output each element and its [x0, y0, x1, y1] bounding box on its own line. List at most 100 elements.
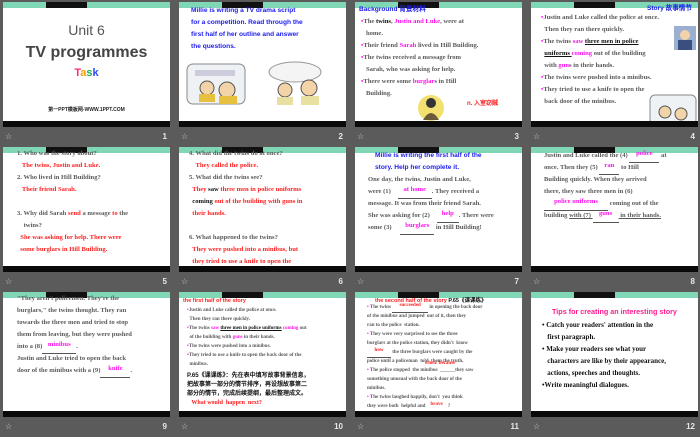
slide-10[interactable]: the first half of the story •Justin and L…	[179, 292, 346, 417]
text-line: message. It was from their friend Sarah.	[368, 198, 494, 210]
text-line: They were pushed into a minibus, but	[189, 244, 302, 256]
text-line: with guns in their hands.	[541, 60, 659, 72]
star-icon[interactable]: ☆	[357, 422, 364, 431]
text-segment: out of the building with guns in	[214, 198, 303, 205]
slide-number: 8	[690, 277, 695, 286]
slide-thumbnail-9[interactable]: "They aren't policemen. They're the burgl…	[3, 292, 171, 437]
text-line: 5. What did the twins see?	[189, 172, 302, 184]
text-segment: coming	[281, 326, 299, 331]
text-segment: 5. What did the twins see?	[189, 174, 263, 181]
text-segment: story. Help her complete it.	[375, 164, 460, 171]
star-icon[interactable]: ☆	[533, 132, 540, 141]
text-segment: at	[659, 152, 667, 159]
answer-blank: police	[629, 150, 660, 163]
text-line: something unusual with the back door of …	[367, 375, 495, 384]
slide-heading: Tips for creating an interesting story	[552, 307, 677, 316]
text-segment: burglars," the twins thought. They ran	[17, 307, 127, 314]
text-segment: three men in police uniforms	[220, 326, 282, 331]
text-line: •They tried to use a knife to open the	[541, 84, 659, 96]
slide-11[interactable]: the second half of the story P.65《课课练》 • …	[355, 292, 522, 417]
text-segment: they were both helpful and	[367, 404, 427, 409]
text-segment: the questions.	[191, 43, 236, 50]
text-segment: • Make your readers see what your	[542, 345, 647, 353]
star-icon[interactable]: ☆	[5, 132, 12, 141]
text-segment: first paragraph.	[542, 333, 596, 341]
text-line: "They aren't policemen. They're the	[17, 293, 132, 305]
star-icon[interactable]: ☆	[357, 132, 364, 141]
text-segment: Building.	[361, 90, 392, 97]
slide-thumbnail-3[interactable]: Background 背景材料 •The twins, Justin and Lu…	[355, 2, 523, 147]
text-segment: She was asking for help. There were	[17, 234, 122, 241]
text-segment: in their hands.	[242, 335, 275, 340]
text-line: •The twins, Justin and Luke, were at	[361, 16, 478, 28]
answer-text: at home	[403, 186, 427, 193]
text-line: •The twins were pushed into a minibus.	[187, 342, 310, 351]
slide-thumbnail-8[interactable]: Justin and Luke called the (4) police at…	[531, 147, 699, 292]
slide-thumbnail-11[interactable]: the second half of the story P.65《课课练》 • …	[355, 292, 523, 437]
slide-footer: ☆ 3	[355, 127, 522, 147]
star-icon[interactable]: ☆	[533, 422, 540, 431]
text-segment: • Catch your readers' attention in the	[542, 321, 654, 329]
slide-footer: ☆ 11	[355, 417, 522, 437]
slide-4[interactable]: Story 故事情节 •Justin and Luke called the po…	[531, 2, 698, 127]
star-icon[interactable]: ☆	[5, 422, 12, 431]
slide-thumbnail-7[interactable]: Millie is writing the first half of the s…	[355, 147, 523, 292]
text-line: The twins, Justin and Luke.	[17, 160, 128, 172]
text-segment: some burglars in Hill Building.	[17, 246, 108, 253]
bus-scene-illustration	[185, 60, 247, 111]
slide-5[interactable]: 1. Who was the story about? The twins, J…	[3, 147, 170, 272]
slide-body: Millie is writing a TV drama script for a…	[179, 2, 346, 121]
star-icon[interactable]: ☆	[357, 277, 364, 286]
slide-7[interactable]: Millie is writing the first half of the s…	[355, 147, 522, 272]
text-line: • Catch your readers' attention in the	[542, 319, 666, 331]
text-segment: The police stopped the minibus ______the…	[369, 368, 474, 373]
slide-6[interactable]: 4. What did the twins do at once? They c…	[179, 147, 346, 272]
text-segment: They were pushed into a minibus, but	[189, 246, 299, 253]
slide-thumbnail-6[interactable]: 4. What did the twins do at once? They c…	[179, 147, 347, 292]
text-segment: They tried to use a knife to open the	[543, 86, 645, 93]
text-segment: minibus.	[187, 362, 208, 367]
slide-thumbnail-10[interactable]: the first half of the story •Justin and L…	[179, 292, 347, 437]
text-line: They called the police.	[189, 160, 302, 172]
slide-thumbnail-4[interactable]: Story 故事情节 •Justin and Luke called the po…	[531, 2, 699, 147]
slide-2[interactable]: Millie is writing a TV drama script for a…	[179, 2, 346, 127]
slide-footer: ☆ 4	[531, 127, 698, 147]
slide-8[interactable]: Justin and Luke called the (4) police at…	[531, 147, 698, 272]
answer-text: burglars	[405, 222, 430, 229]
slide-body: Unit 6 TV programmes Task 第一PPT模板网-WWW.1PPT…	[3, 2, 170, 121]
slide-thumbnail-1[interactable]: Unit 6 TV programmes Task 第一PPT模板网-WWW.1PPT…	[3, 2, 171, 147]
text-line: police uniforms coming out of the	[544, 198, 667, 211]
slide-title: TV programmes	[25, 44, 148, 61]
text-line: were (1) at home . They received a	[368, 186, 494, 199]
star-icon[interactable]: ☆	[533, 277, 540, 286]
slide-number: 7	[514, 277, 519, 286]
text-segment: message. It was from their friend Sarah.	[368, 200, 481, 207]
text-segment: s in Hill	[434, 78, 457, 85]
text-segment: coming	[571, 50, 593, 57]
text-line: towards the three men and tried to stop	[17, 317, 132, 329]
star-icon[interactable]: ☆	[181, 132, 188, 141]
slide-9[interactable]: "They aren't policemen. They're the burgl…	[3, 292, 170, 417]
slide-thumbnail-2[interactable]: Millie is writing a TV drama script for a…	[179, 2, 347, 147]
text-line: •Write meaningful dialogues.	[542, 379, 666, 391]
slide-thumbnail-12[interactable]: Tips for creating an interesting story • …	[531, 292, 699, 437]
text-line: back door of the minibus.	[541, 96, 659, 108]
slide-thumbnail-5[interactable]: 1. Who was the story about? The twins, J…	[3, 147, 171, 292]
slide-1[interactable]: Unit 6 TV programmes Task 第一PPT模板网-WWW.1PPT…	[3, 2, 170, 127]
heading-text: the second half of the story	[375, 298, 447, 304]
slide-12[interactable]: Tips for creating an interesting story • …	[531, 292, 698, 417]
text-line: They saw three men in police uniforms	[189, 184, 302, 196]
text-line: Millie is writing a TV drama script	[191, 5, 303, 17]
text-segment: saw	[211, 326, 220, 331]
text-line: coming out of the building with guns in	[189, 196, 302, 208]
star-icon[interactable]: ☆	[5, 277, 12, 286]
slide-3[interactable]: Background 背景材料 •The twins, Justin and Lu…	[355, 2, 522, 127]
text-segment: They called the police.	[189, 162, 259, 169]
text-segment: Millie is writing a TV drama script	[191, 7, 296, 14]
star-icon[interactable]: ☆	[181, 422, 188, 431]
star-icon[interactable]: ☆	[181, 277, 188, 286]
text-segment	[17, 198, 19, 205]
text-line: twins?	[17, 220, 128, 232]
slide-body: Tips for creating an interesting story • …	[531, 292, 698, 411]
text-line: them from leaving, but they were pushed	[17, 329, 132, 341]
